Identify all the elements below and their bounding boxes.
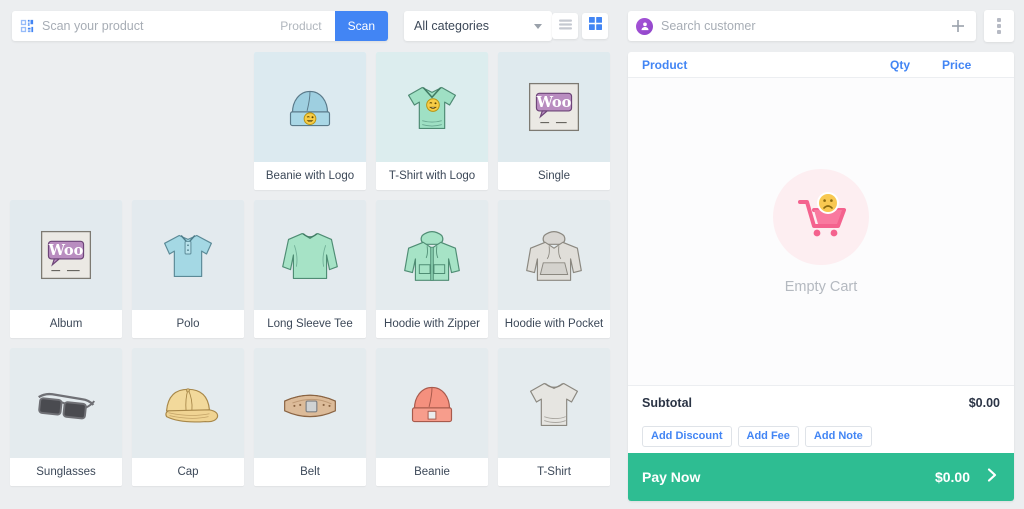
customer-search-group: [628, 11, 976, 41]
product-image-beanie: [376, 348, 488, 458]
kebab-menu-icon: [997, 18, 1001, 22]
product-image-belt: [254, 348, 366, 458]
add-fee-button[interactable]: Add Fee: [737, 425, 799, 447]
cart-empty-state: Empty Cart: [628, 78, 1014, 385]
product-card-t-shirt[interactable]: T-Shirt: [498, 348, 610, 486]
add-customer-button[interactable]: [948, 16, 968, 36]
pay-now-label: Pay Now: [642, 469, 701, 485]
svg-text:Woo: Woo: [536, 94, 572, 111]
product-image-hoodie-with-pocket: [498, 200, 610, 310]
product-name: T-Shirt: [498, 458, 610, 486]
empty-cart-label: Empty Cart: [784, 278, 858, 295]
subtotal-value: $0.00: [968, 395, 1000, 410]
product-name: Belt: [254, 458, 366, 486]
scan-product-input[interactable]: [42, 12, 268, 40]
product-card-single[interactable]: Woo Single: [498, 52, 610, 190]
main-body: Beanie with Logo T-Shirt with Logo Woo S…: [0, 52, 1024, 509]
product-card-sunglasses[interactable]: Sunglasses: [10, 348, 122, 486]
list-view-button[interactable]: [552, 13, 578, 39]
mode-scan-button[interactable]: Scan: [334, 11, 388, 41]
add-note-button[interactable]: Add Note: [804, 425, 872, 447]
customer-search-input[interactable]: [661, 19, 948, 33]
product-image-long-sleeve-tee: [254, 200, 366, 310]
grid-spacer: [10, 52, 122, 190]
barcode-scan-icon: [12, 19, 42, 33]
product-name: Long Sleeve Tee: [254, 310, 366, 338]
product-name: T-Shirt with Logo: [376, 162, 488, 190]
svg-text:Woo: Woo: [48, 242, 84, 259]
pay-now-amount: $0.00: [934, 469, 970, 485]
pay-now-button[interactable]: Pay Now $0.00: [628, 453, 1014, 501]
cart-table-header: Product Qty Price: [628, 52, 1014, 78]
cart-container: Product Qty Price Empty Cart Subtotal $0…: [628, 52, 1014, 501]
product-image-polo: [132, 200, 244, 310]
product-image-sunglasses: [10, 348, 122, 458]
grid-view-icon: [588, 17, 602, 35]
product-image-album: Woo: [10, 200, 122, 310]
view-mode-toggle: [552, 13, 608, 39]
product-card-cap[interactable]: Cap: [132, 348, 244, 486]
chevron-right-icon: [984, 467, 1000, 488]
product-name: Beanie with Logo: [254, 162, 366, 190]
product-name: Single: [498, 162, 610, 190]
product-card-polo[interactable]: Polo: [132, 200, 244, 338]
subtotal-label: Subtotal: [642, 395, 692, 410]
subtotal-row: Subtotal $0.00: [628, 385, 1014, 419]
chevron-down-icon: [534, 23, 542, 29]
product-search-group: Product Scan: [12, 11, 388, 41]
cart-col-qty: Qty: [890, 57, 911, 72]
product-image-t-shirt-with-logo: [376, 52, 488, 162]
list-view-icon: [558, 17, 572, 35]
category-filter-select[interactable]: All categories: [404, 11, 552, 41]
product-name: Polo: [132, 310, 244, 338]
cart-panel: Product Qty Price Empty Cart Subtotal $0…: [620, 52, 1024, 509]
product-image-beanie-with-logo: [254, 52, 366, 162]
product-card-long-sleeve-tee[interactable]: Long Sleeve Tee: [254, 200, 366, 338]
product-name: Sunglasses: [10, 458, 122, 486]
product-card-belt[interactable]: Belt: [254, 348, 366, 486]
grid-view-button[interactable]: [582, 13, 608, 39]
product-card-beanie-with-logo[interactable]: Beanie with Logo: [254, 52, 366, 190]
product-name: Beanie: [376, 458, 488, 486]
kebab-menu-icon: [997, 30, 1001, 34]
product-name: Album: [10, 310, 122, 338]
product-name: Hoodie with Pocket: [498, 310, 610, 338]
product-name: Hoodie with Zipper: [376, 310, 488, 338]
add-discount-button[interactable]: Add Discount: [642, 425, 732, 447]
cart-col-product: Product: [642, 57, 688, 72]
scan-mode-toggle: Product Scan: [267, 11, 388, 41]
product-grid: Beanie with Logo T-Shirt with Logo Woo S…: [0, 52, 620, 509]
product-toolbar: Product Scan All categories: [0, 0, 620, 52]
pos-app: Product Scan All categories: [0, 0, 1024, 509]
top-bar: Product Scan All categories: [0, 0, 1024, 52]
product-image-hoodie-with-zipper: [376, 200, 488, 310]
category-filter-label: All categories: [414, 19, 490, 33]
product-card-hoodie-with-zipper[interactable]: Hoodie with Zipper: [376, 200, 488, 338]
more-options-button[interactable]: [984, 10, 1014, 42]
mode-product-button[interactable]: Product: [267, 11, 335, 41]
customer-toolbar: [620, 0, 1024, 52]
grid-spacer: [132, 52, 244, 190]
product-image-single: Woo: [498, 52, 610, 162]
cart-actions-row: Add Discount Add Fee Add Note: [628, 419, 1014, 453]
product-card-album[interactable]: Woo Album: [10, 200, 122, 338]
cart-col-price: Price: [942, 57, 972, 72]
product-name: Cap: [132, 458, 244, 486]
product-card-beanie[interactable]: Beanie: [376, 348, 488, 486]
user-avatar-icon: [636, 17, 653, 35]
product-image-cap: [132, 348, 244, 458]
empty-cart-icon: [773, 168, 869, 265]
kebab-menu-icon: [997, 24, 1001, 28]
product-card-t-shirt-with-logo[interactable]: T-Shirt with Logo: [376, 52, 488, 190]
product-card-hoodie-with-pocket[interactable]: Hoodie with Pocket: [498, 200, 610, 338]
product-image-t-shirt: [498, 348, 610, 458]
